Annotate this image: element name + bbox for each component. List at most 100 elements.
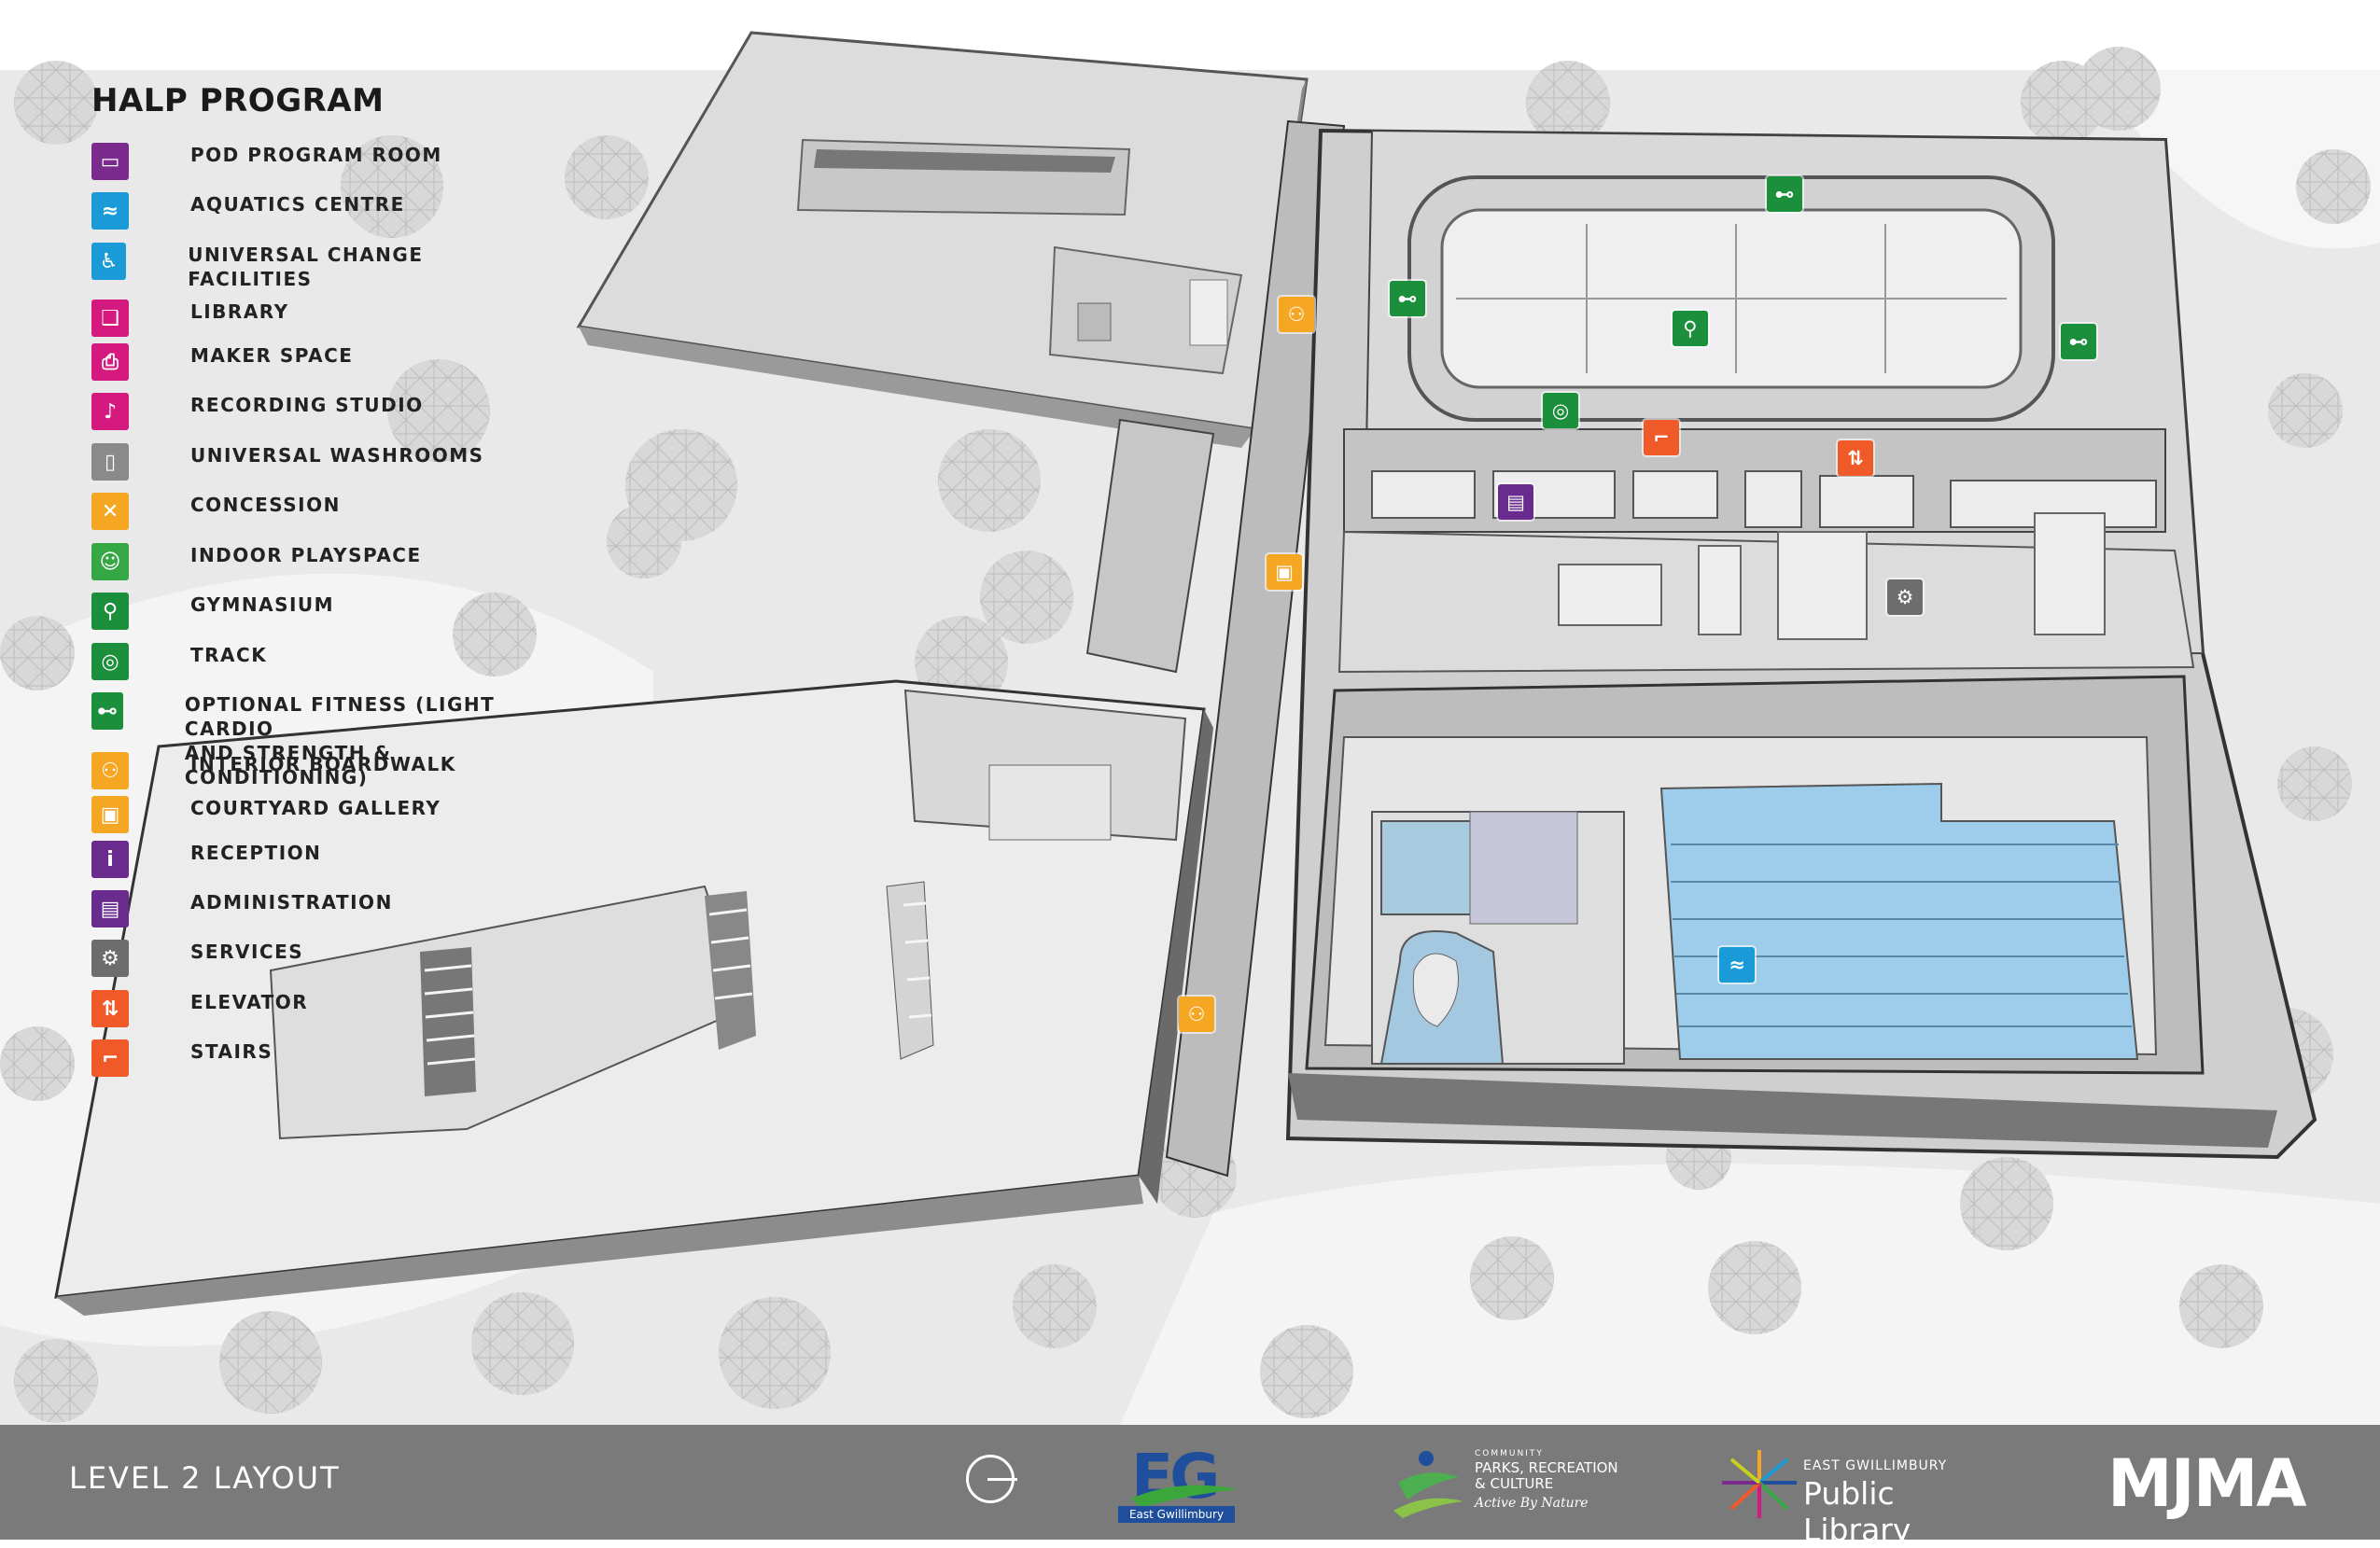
legend-item-people: ⚇ INTERIOR BOARDWALK: [91, 752, 456, 789]
legend-icon-glyph: ≈: [101, 199, 119, 223]
legend-icon-glyph: i: [106, 847, 114, 872]
legend-icon-glyph: ▭: [100, 149, 120, 174]
library-star-icon: [1722, 1450, 1797, 1518]
legend-item-info: i RECEPTION: [91, 841, 321, 878]
legend-label: POD PROGRAM ROOM: [190, 144, 442, 166]
library-main-text: Public Library: [1803, 1475, 1911, 1548]
legend-label: UNIVERSAL WASHROOMS: [190, 444, 484, 467]
legend-item-elevator: ⇅ ELEVATOR: [91, 990, 308, 1027]
legend-icon-glyph: ☺: [99, 550, 121, 574]
gears-icon: ⚙: [91, 940, 129, 977]
legend-icon-glyph: ⚙: [101, 946, 119, 970]
info-icon: i: [91, 841, 129, 878]
north-arrow-icon: [966, 1455, 1017, 1503]
marker-services: ⚙: [1887, 579, 1923, 615]
legend-item-printer: ⎙ MAKER SPACE: [91, 343, 353, 381]
legend-label: MAKER SPACE: [190, 344, 354, 367]
legend-icon-glyph: ◎: [101, 649, 119, 674]
parks-recreation-logo: COMMUNITY PARKS, RECREATION & CULTURE Ac…: [1389, 1445, 1631, 1520]
toilet-icon: ▯: [91, 443, 129, 481]
marker-stairs: ⌐: [1644, 420, 1679, 455]
legend-icon-glyph: ▯: [104, 450, 117, 474]
eg-logo-name: East Gwillimbury: [1118, 1506, 1235, 1523]
legend-label: CONCESSION: [190, 494, 341, 516]
legend-icon-glyph: ▣: [100, 802, 120, 827]
legend-icon-glyph: ⚲: [102, 599, 119, 623]
legend-icon-glyph: ⌐: [101, 1046, 119, 1070]
legend-label: INDOOR PLAYSPACE: [190, 544, 422, 566]
legend-item-track: ◎ TRACK: [91, 643, 267, 680]
marker-courtyard-gallery: ▣: [1267, 554, 1302, 590]
program-legend: HALP PROGRAM ▭ POD PROGRAM ROOM ≈ AQUATICS …: [91, 82, 530, 1077]
dumbbell-icon: ⊷: [91, 692, 123, 730]
legend-label: LIBRARY: [190, 300, 289, 323]
children-icon: ☺: [91, 543, 129, 580]
legend-icon-glyph: ⊷: [96, 699, 118, 723]
legend-item-fork-knife: ✕ CONCESSION: [91, 493, 341, 530]
legend-item-runner: ⚲ GYMNASIUM: [91, 593, 334, 630]
legend-label: ELEVATOR: [190, 991, 309, 1013]
legend-icon-glyph: ✕: [101, 499, 119, 523]
legend-label: GYMNASIUM: [190, 593, 335, 616]
parks-community-text: COMMUNITY: [1475, 1449, 1544, 1458]
legend-icon-glyph: ⚇: [101, 759, 119, 783]
parks-figure-icon: [1393, 1451, 1463, 1518]
marker-track: ◎: [1543, 393, 1578, 428]
legend-item-gallery: ▣ COURTYARD GALLERY: [91, 796, 441, 833]
legend-item-admin-desk: ▤ ADMINISTRATION: [91, 890, 393, 927]
elevator-icon: ⇅: [91, 990, 129, 1027]
marker-interior-boardwalk-north: ⚇: [1279, 297, 1314, 332]
legend-item-accessible: ♿ UNIVERSAL CHANGE FACILITIES: [91, 243, 530, 291]
marker-optional-fitness-west: ⊷: [1390, 281, 1425, 316]
people-icon: ⚇: [91, 752, 129, 789]
legend-icon-glyph: ▤: [100, 897, 120, 921]
chat-bubbles-icon: ▭: [91, 143, 129, 180]
legend-label: COURTYARD GALLERY: [190, 797, 441, 819]
marker-optional-fitness-east: ⊷: [2061, 324, 2096, 359]
marker-interior-boardwalk-south: ⚇: [1179, 997, 1214, 1032]
legend-item-open-book: ❑ LIBRARY: [91, 300, 289, 337]
marker-gymnasium: ⚲: [1673, 311, 1708, 346]
guitar-icon: ♪: [91, 393, 129, 430]
east-gwillimbury-logo: EG East Gwillimbury: [1113, 1441, 1243, 1525]
legend-item-gears: ⚙ SERVICES: [91, 940, 303, 977]
footer-bar: LEVEL 2 LAYOUT EG East Gwillimbury COMMU…: [0, 1425, 2380, 1548]
recreation-block: [1285, 128, 2317, 1160]
legend-item-chat-bubbles: ▭ POD PROGRAM ROOM: [91, 143, 442, 180]
page-title: LEVEL 2 LAYOUT: [69, 1460, 341, 1496]
legend-item-stairs: ⌐ STAIRS: [91, 1039, 273, 1077]
legend-icon-glyph: ❑: [101, 306, 119, 330]
runner-icon: ⚲: [91, 593, 129, 630]
legend-icon-glyph: ⇅: [101, 997, 119, 1021]
public-library-logo: EAST GWILLIMBURY Public Library: [1717, 1445, 1997, 1548]
site-map: ⊷ ⊷ ⊷ ⚲ ◎ ⌐ ⇅ ▤ ⚙ ⚇ ▣ ⚇ ≈ HALP PROGRAM ▭…: [0, 0, 2380, 1540]
legend-icon-glyph: ⎙: [102, 350, 119, 374]
legend-icon-glyph: ♪: [103, 399, 118, 424]
mjma-logo: MJMA: [2107, 1445, 2307, 1522]
library-small-text: EAST GWILLIMBURY: [1803, 1458, 1948, 1473]
legend-label: INTERIOR BOARDWALK: [190, 753, 456, 775]
marker-optional-fitness-north: ⊷: [1767, 176, 1802, 212]
parks-main-text: PARKS, RECREATION & CULTURE: [1475, 1459, 1618, 1492]
legend-label: STAIRS: [190, 1040, 273, 1063]
legend-label: AQUATICS CENTRE: [190, 193, 405, 216]
fork-knife-icon: ✕: [91, 493, 129, 530]
legend-label: RECEPTION: [190, 842, 322, 864]
printer-icon: ⎙: [91, 343, 129, 381]
marker-administration: ▤: [1498, 484, 1533, 520]
legend-item-children: ☺ INDOOR PLAYSPACE: [91, 543, 422, 580]
accessible-icon: ♿: [91, 243, 127, 280]
track-icon: ◎: [91, 643, 129, 680]
marker-elevator: ⇅: [1838, 440, 1873, 476]
legend-title: HALP PROGRAM: [91, 82, 385, 119]
legend-item-toilet: ▯ UNIVERSAL WASHROOMS: [91, 443, 484, 481]
legend-label: UNIVERSAL CHANGE FACILITIES: [188, 244, 424, 290]
legend-label: ADMINISTRATION: [190, 891, 393, 913]
legend-item-guitar: ♪ RECORDING STUDIO: [91, 393, 424, 430]
gallery-icon: ▣: [91, 796, 129, 833]
legend-icon-glyph: ♿: [99, 249, 119, 273]
admin-desk-icon: ▤: [91, 890, 129, 927]
open-book-icon: ❑: [91, 300, 129, 337]
legend-item-swimmer: ≈ AQUATICS CENTRE: [91, 192, 405, 230]
marker-aquatics-centre: ≈: [1719, 947, 1755, 983]
